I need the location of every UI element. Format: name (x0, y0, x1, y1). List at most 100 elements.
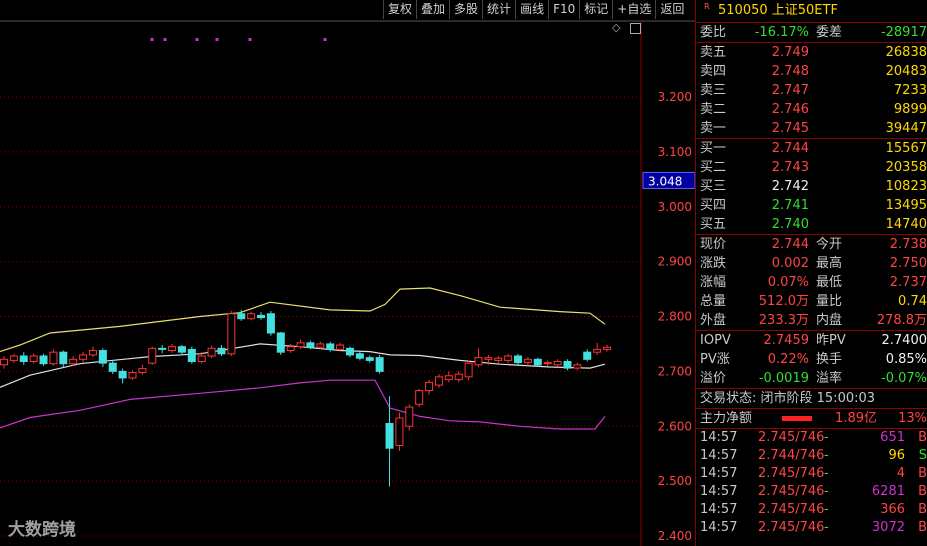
sell-level-row: 卖四 2.748 20483 (696, 62, 927, 81)
sell-level-price: 2.745 (771, 121, 809, 136)
candle-body (484, 357, 493, 360)
trade-tick-row: 14:57 2.745/746- 6281 B (696, 483, 927, 501)
candle-body (504, 355, 513, 361)
mark-button[interactable]: 标记 (579, 0, 612, 19)
candle-body (454, 373, 463, 381)
signal-marker (195, 38, 199, 41)
tick-volume: 366 (880, 502, 905, 517)
iopv-label-2: 换手 (816, 352, 843, 367)
candle-body (464, 362, 473, 378)
iopv-label-2: 昨PV (816, 333, 846, 348)
stat-label: 外盘 (700, 313, 727, 328)
candle-body (168, 346, 177, 352)
add-watchlist-button[interactable]: +自选 (612, 0, 655, 19)
toolbar: 复权 叠加 多股 统计 画线 F10 标记 +自选 返回 (383, 0, 688, 19)
buy-level-volume: 10823 (885, 179, 927, 194)
trade-tick-row: 14:57 2.745/746- 366 B (696, 501, 927, 519)
quote-stat-row: 现价 2.744 今开 2.738 (696, 235, 927, 254)
tick-side: B (918, 502, 927, 517)
candle-body (494, 357, 503, 361)
signal-marker (248, 38, 252, 41)
buy-level-label: 买四 (700, 198, 727, 213)
statistics-button[interactable]: 统计 (482, 0, 515, 19)
stat-label-2: 最低 (816, 275, 843, 290)
candle-body (345, 347, 354, 356)
stat-value-2: 2.750 (889, 256, 927, 271)
tick-time: 14:57 (700, 448, 738, 463)
buy-level-label: 买一 (700, 141, 727, 156)
f10-button[interactable]: F10 (548, 0, 579, 19)
buy-level-volume: 14740 (885, 217, 927, 232)
candlestick-chart[interactable]: 3.200 3.100 3.000 2.900 2.800 2.700 2.600 2.500… (0, 0, 695, 546)
lower-band-line (0, 379, 606, 430)
signal-marker (150, 38, 154, 41)
candle-body (326, 343, 335, 350)
candle-body (514, 355, 523, 364)
fuquan-button[interactable]: 复权 (383, 0, 416, 19)
main-flow-pct: 13% (898, 411, 927, 426)
candle-body (425, 381, 434, 392)
buy-level-row: 买二 2.743 20358 (696, 158, 927, 177)
candle-body (355, 353, 364, 359)
buy-level-volume: 20358 (885, 160, 927, 175)
draw-line-button[interactable]: 画线 (515, 0, 548, 19)
weibi-row: 委比 -16.17% 委差 -28917 (696, 22, 927, 42)
iopv-label: IOPV (700, 333, 731, 348)
candle-body (603, 346, 611, 350)
candle-body (177, 346, 186, 353)
main-flow-bar (782, 416, 812, 421)
stat-label: 涨跌 (700, 256, 727, 271)
multi-stock-button[interactable]: 多股 (449, 0, 482, 19)
tick-volume: 651 (880, 430, 905, 445)
stat-value: 0.07% (767, 275, 809, 290)
sell-level-price: 2.746 (771, 102, 809, 117)
stat-value: 233.3万 (758, 313, 809, 328)
window-toggle-icon[interactable] (630, 23, 641, 34)
weicha-label: 委差 (816, 25, 843, 40)
current-price-label: 3.048 (648, 174, 682, 188)
price-tick-label: 3.100 (658, 145, 692, 159)
buy-level-price: 2.742 (771, 179, 809, 194)
candle-body (128, 371, 137, 379)
candle-body (336, 344, 345, 350)
buy-level-price: 2.741 (771, 198, 809, 213)
tick-side: B (918, 484, 927, 499)
main-flow-value: 1.89亿 (835, 411, 877, 426)
quote-panel: R 510050 上证50ETF 委比 -16.17% 委差 -28917 卖五… (695, 0, 927, 546)
trade-tick-row: 14:57 2.745/746- 4 B (696, 465, 927, 483)
buy-level-label: 买三 (700, 179, 727, 194)
candle-body (266, 313, 275, 334)
stat-value: 2.744 (771, 237, 809, 252)
sell-level-row: 卖三 2.747 7233 (696, 81, 927, 100)
signal-marker (215, 38, 219, 41)
candle-body (237, 313, 246, 320)
sell-level-label: 卖三 (700, 83, 727, 98)
buy-level-price: 2.744 (771, 141, 809, 156)
trade-tick-row: 14:57 2.744/746- 96 S (696, 447, 927, 465)
overlay-button[interactable]: 叠加 (416, 0, 449, 19)
watermark-logo: 大数跨境 (8, 520, 76, 540)
candle-body (316, 343, 325, 348)
tick-dash: - (824, 466, 829, 481)
candle-body (583, 351, 592, 360)
buy-level-volume: 13495 (885, 198, 927, 213)
diamond-icon[interactable]: ◇ (612, 21, 620, 34)
back-button[interactable]: 返回 (655, 0, 688, 19)
security-title[interactable]: R 510050 上证50ETF (696, 0, 927, 22)
tick-side: S (918, 448, 927, 463)
tick-volume: 3072 (871, 520, 905, 535)
stat-label-2: 最高 (816, 256, 843, 271)
iopv-label: 溢价 (700, 371, 727, 386)
candle-body (227, 313, 236, 355)
quote-stat-row: 涨幅 0.07% 最低 2.737 (696, 273, 927, 292)
candle-body (187, 348, 196, 362)
candle-body (375, 357, 384, 372)
sell-level-label: 卖五 (700, 45, 727, 60)
sell-level-label: 卖四 (700, 64, 727, 79)
tick-time: 14:57 (700, 430, 738, 445)
candle-body (9, 355, 18, 361)
candle-body (286, 346, 295, 352)
tick-volume: 6281 (871, 484, 905, 499)
candle-body (276, 332, 285, 353)
sell-level-price: 2.747 (771, 83, 809, 98)
